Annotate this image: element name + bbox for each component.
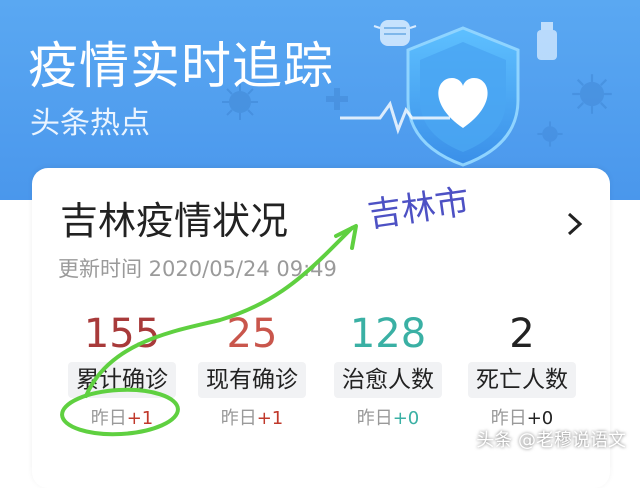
bottle-icon bbox=[537, 22, 557, 60]
delta-value: +1 bbox=[256, 408, 284, 429]
stat-delta: 昨日+0 bbox=[318, 406, 458, 432]
banner-subtitle: 头条热点 bbox=[30, 106, 150, 141]
virus-icon bbox=[537, 121, 563, 147]
card-title: 吉林疫情状况 bbox=[60, 199, 289, 243]
stat-value: 2 bbox=[509, 311, 535, 357]
delta-prefix: 昨日 bbox=[220, 408, 257, 429]
stat-delta: 昨日+1 bbox=[52, 406, 192, 432]
stat-recovered: 128 治愈人数 昨日+0 bbox=[318, 306, 458, 432]
stat-value: 25 bbox=[226, 311, 278, 357]
mask-icon bbox=[373, 20, 417, 46]
stat-label: 治愈人数 bbox=[334, 362, 442, 398]
chevron-right-icon[interactable] bbox=[560, 204, 590, 244]
stat-current-confirmed: 25 现有确诊 昨日+1 bbox=[182, 306, 322, 432]
delta-prefix: 昨日 bbox=[356, 408, 393, 429]
stat-total-confirmed: 155 累计确诊 昨日+1 bbox=[52, 306, 192, 432]
stat-value: 128 bbox=[349, 311, 427, 357]
stat-value: 155 bbox=[83, 311, 161, 357]
update-time: 更新时间 2020/05/24 09:49 bbox=[58, 257, 337, 281]
delta-prefix: 昨日 bbox=[490, 408, 527, 429]
stat-label: 死亡人数 bbox=[468, 362, 576, 398]
stat-label: 累计确诊 bbox=[68, 362, 176, 398]
virus-icon bbox=[572, 74, 612, 114]
delta-prefix: 昨日 bbox=[90, 408, 127, 429]
banner-title: 疫情实时追踪 bbox=[28, 37, 334, 95]
delta-value: +0 bbox=[392, 408, 420, 429]
delta-value: +1 bbox=[126, 408, 154, 429]
watermark: 头条 @老穆说语文 bbox=[476, 430, 626, 451]
stat-delta: 昨日+1 bbox=[182, 406, 322, 432]
stat-deaths: 2 死亡人数 昨日+0 bbox=[452, 306, 592, 432]
pulse-line bbox=[340, 100, 450, 135]
delta-value: +0 bbox=[526, 408, 554, 429]
stat-label: 现有确诊 bbox=[198, 362, 306, 398]
